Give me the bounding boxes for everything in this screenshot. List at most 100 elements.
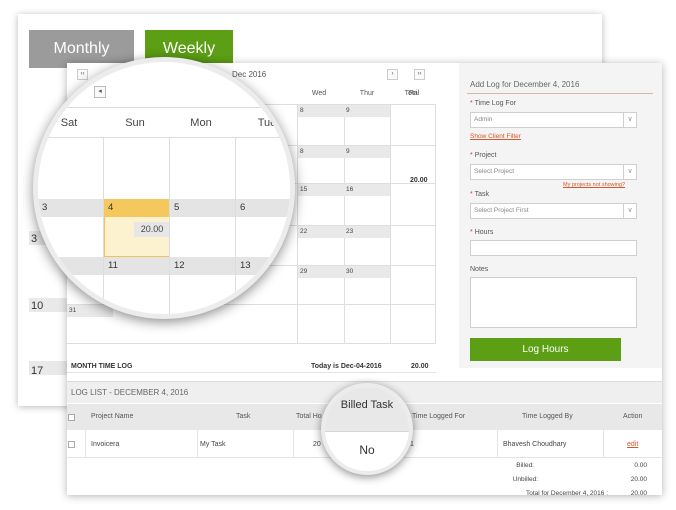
grid-line bbox=[235, 137, 236, 314]
day-number[interactable]: 8 bbox=[300, 107, 304, 114]
row-task: My Task bbox=[200, 441, 226, 448]
magnifier-content: ◂ Sat Sun Mon Tue 20.00 3 4 5 6 11 12 13 bbox=[38, 62, 290, 314]
day-number[interactable]: 9 bbox=[346, 148, 350, 155]
month-time-log-label: MONTH TIME LOG bbox=[71, 363, 133, 370]
magnifier-day-number[interactable]: 6 bbox=[240, 202, 245, 213]
time-entry-badge[interactable]: 20.00 bbox=[134, 222, 170, 237]
form-title: Add Log for December 4, 2016 bbox=[470, 80, 580, 89]
grid-line bbox=[67, 343, 436, 344]
today-day-bar bbox=[104, 199, 170, 217]
row-divider bbox=[497, 430, 498, 458]
magnifier-header-tue: Tue bbox=[257, 117, 277, 129]
day-number[interactable]: 15 bbox=[300, 186, 307, 193]
column-time-logged-for: Time Logged For bbox=[412, 413, 466, 420]
back-day-number: 3 bbox=[31, 233, 38, 245]
row-divider bbox=[293, 430, 294, 458]
form-divider bbox=[467, 93, 653, 94]
magnifier-prev-button[interactable]: ◂ bbox=[94, 86, 106, 98]
edit-link[interactable]: edit bbox=[627, 441, 638, 448]
grid-line bbox=[38, 107, 290, 108]
summary-unbilled-label: Unbilled: bbox=[512, 476, 538, 483]
day-number[interactable]: 8 bbox=[300, 148, 304, 155]
grid-line bbox=[103, 137, 104, 314]
row-divider bbox=[197, 430, 198, 458]
day-number[interactable]: 9 bbox=[346, 107, 350, 114]
column-header-wed: Wed bbox=[311, 90, 327, 97]
month-total: 20.00 bbox=[411, 363, 429, 370]
day-bar bbox=[38, 257, 290, 275]
day-bar bbox=[298, 266, 390, 278]
select-all-checkbox[interactable] bbox=[68, 414, 75, 421]
magnifier-day-number[interactable]: 11 bbox=[108, 260, 118, 271]
time-log-for-select[interactable]: Admin ∨ bbox=[470, 112, 637, 128]
column-task: Task bbox=[236, 413, 251, 420]
hours-label: * Hours bbox=[470, 229, 494, 236]
summary-unbilled-value: 20.00 bbox=[630, 476, 647, 483]
show-client-filter-link[interactable]: Show Client Filter bbox=[470, 133, 521, 140]
summary-total-value: 20.00 bbox=[630, 490, 647, 497]
chevron-down-icon: ∨ bbox=[623, 204, 636, 218]
day-bar bbox=[298, 226, 390, 238]
row-project: Invoicera bbox=[91, 441, 120, 448]
magnifier-header-sat: Sat bbox=[60, 117, 78, 129]
task-label: * Task bbox=[470, 191, 489, 198]
magnifier-day-number[interactable]: 5 bbox=[174, 202, 179, 213]
summary-block: Billed: 0.00 Unbilled: 20.00 Total for D… bbox=[500, 460, 662, 497]
column-action: Action bbox=[623, 413, 643, 420]
column-time-logged-by: Time Logged By bbox=[522, 413, 573, 420]
summary-total-label: Total for December 4, 2016 : bbox=[525, 490, 608, 497]
row-checkbox[interactable] bbox=[68, 441, 75, 448]
grid-line bbox=[67, 372, 436, 373]
row-divider bbox=[85, 430, 86, 458]
calendar-magnifier: ◂ Sat Sun Mon Tue 20.00 3 4 5 6 11 12 13 bbox=[33, 57, 295, 319]
projects-missing-link[interactable]: My projects not showing? bbox=[563, 182, 625, 188]
row-divider bbox=[603, 430, 604, 458]
last-month-button[interactable]: ›› bbox=[414, 69, 425, 80]
task-select[interactable]: Select Project First ∨ bbox=[470, 203, 637, 219]
day-bar bbox=[298, 184, 390, 196]
column-total-hours: Total Ho bbox=[296, 413, 322, 420]
column-project-name: Project Name bbox=[91, 413, 134, 420]
billed-task-value: No bbox=[359, 443, 375, 457]
project-select[interactable]: Select Project ∨ bbox=[470, 164, 637, 180]
summary-billed-value: 0.00 bbox=[634, 462, 647, 469]
day-number[interactable]: 22 bbox=[300, 228, 307, 235]
grid-line bbox=[325, 431, 409, 432]
column-header-total-label: Total bbox=[404, 90, 420, 97]
grid-line bbox=[169, 137, 170, 314]
next-month-button[interactable]: › bbox=[387, 69, 398, 80]
magnifier-day-number[interactable]: 13 bbox=[240, 260, 251, 271]
billed-task-magnifier: Billed Task No bbox=[321, 383, 413, 475]
summary-billed-label: Billed: bbox=[516, 462, 534, 469]
notes-label: Notes bbox=[470, 266, 489, 273]
column-header-thur: Thur bbox=[359, 90, 375, 97]
day-bar bbox=[298, 105, 390, 117]
project-label: * Project bbox=[470, 152, 497, 159]
grid-line bbox=[390, 104, 391, 343]
day-number[interactable]: 29 bbox=[300, 268, 307, 275]
grid-line bbox=[435, 104, 436, 343]
time-log-for-label: * Time Log For bbox=[470, 100, 516, 107]
magnifier-day-number[interactable]: 3 bbox=[42, 202, 47, 213]
magnifier-day-number[interactable]: 12 bbox=[174, 260, 185, 271]
row-logged-by: Bhavesh Choudhary bbox=[503, 441, 567, 448]
hours-input[interactable] bbox=[470, 240, 637, 256]
day-number[interactable]: 30 bbox=[346, 268, 353, 275]
log-hours-button[interactable]: Log Hours bbox=[470, 338, 621, 361]
today-label: Today is Dec-04-2016 bbox=[311, 363, 382, 370]
log-list-title: LOG LIST - DECEMBER 4, 2016 bbox=[71, 388, 189, 397]
week-total: 20.00 bbox=[410, 177, 428, 184]
magnifier-header-sun: Sun bbox=[125, 117, 145, 129]
grid-line bbox=[38, 137, 290, 138]
day-number[interactable]: 23 bbox=[346, 228, 353, 235]
chevron-down-icon: ∨ bbox=[623, 165, 636, 179]
notes-textarea[interactable] bbox=[470, 277, 637, 328]
grid-line bbox=[297, 104, 298, 343]
billed-task-header: Billed Task bbox=[340, 399, 394, 411]
grid-line bbox=[344, 104, 345, 343]
day-bar bbox=[298, 146, 390, 158]
day-number[interactable]: 16 bbox=[346, 186, 353, 193]
magnifier-header-mon: Mon bbox=[190, 117, 212, 129]
magnifier-day-number[interactable]: 4 bbox=[108, 202, 113, 213]
row-total-hours: 20 bbox=[313, 441, 321, 448]
